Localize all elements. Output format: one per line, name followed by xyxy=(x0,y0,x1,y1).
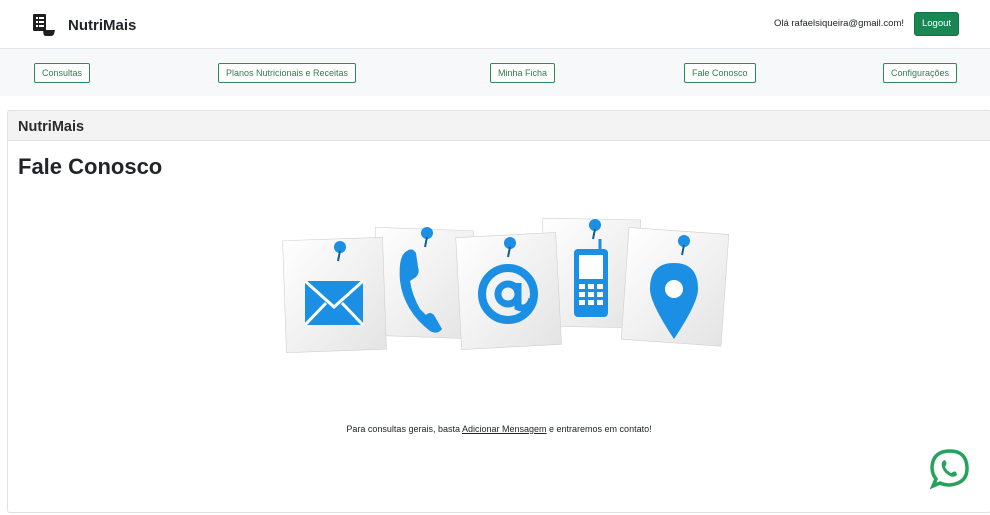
contact-text-after: e entraremos em contato! xyxy=(546,424,652,434)
nav-configuracoes-button[interactable]: Configurações xyxy=(883,63,958,83)
mobile-phone-icon xyxy=(574,239,608,317)
contact-illustration xyxy=(282,217,730,353)
nav-fale-conosco-button[interactable]: Fale Conosco xyxy=(684,63,756,83)
whatsapp-button[interactable] xyxy=(928,447,972,491)
menu-book-icon xyxy=(30,11,58,39)
top-header: NutriMais Olá rafaelsiqueira@gmail.com! … xyxy=(0,0,990,48)
contact-card: NutriMais Fale Conosco Para consultas ge… xyxy=(7,110,990,513)
card-header: NutriMais xyxy=(8,111,990,141)
nav-bar: Consultas Planos Nutricionais e Receitas… xyxy=(0,48,990,96)
nav-planos-button[interactable]: Planos Nutricionais e Receitas xyxy=(218,63,357,83)
contact-instructions: Para consultas gerais, basta Adicionar M… xyxy=(8,424,990,434)
brand-name: NutriMais xyxy=(68,16,137,34)
whatsapp-icon xyxy=(929,449,969,490)
envelope-icon xyxy=(303,279,365,327)
page-title: Fale Conosco xyxy=(18,154,163,179)
brand[interactable]: NutriMais xyxy=(30,11,136,39)
add-message-link[interactable]: Adicionar Mensagem xyxy=(462,424,547,434)
card-header-title: NutriMais xyxy=(18,119,85,135)
nav-consultas-button[interactable]: Consultas xyxy=(34,63,91,83)
logout-button[interactable]: Logout xyxy=(914,12,959,36)
user-greeting: Olá rafaelsiqueira@gmail.com! xyxy=(773,18,904,29)
contact-text-before: Para consultas gerais, basta xyxy=(346,424,462,434)
nav-minha-ficha-button[interactable]: Minha Ficha xyxy=(490,63,556,83)
